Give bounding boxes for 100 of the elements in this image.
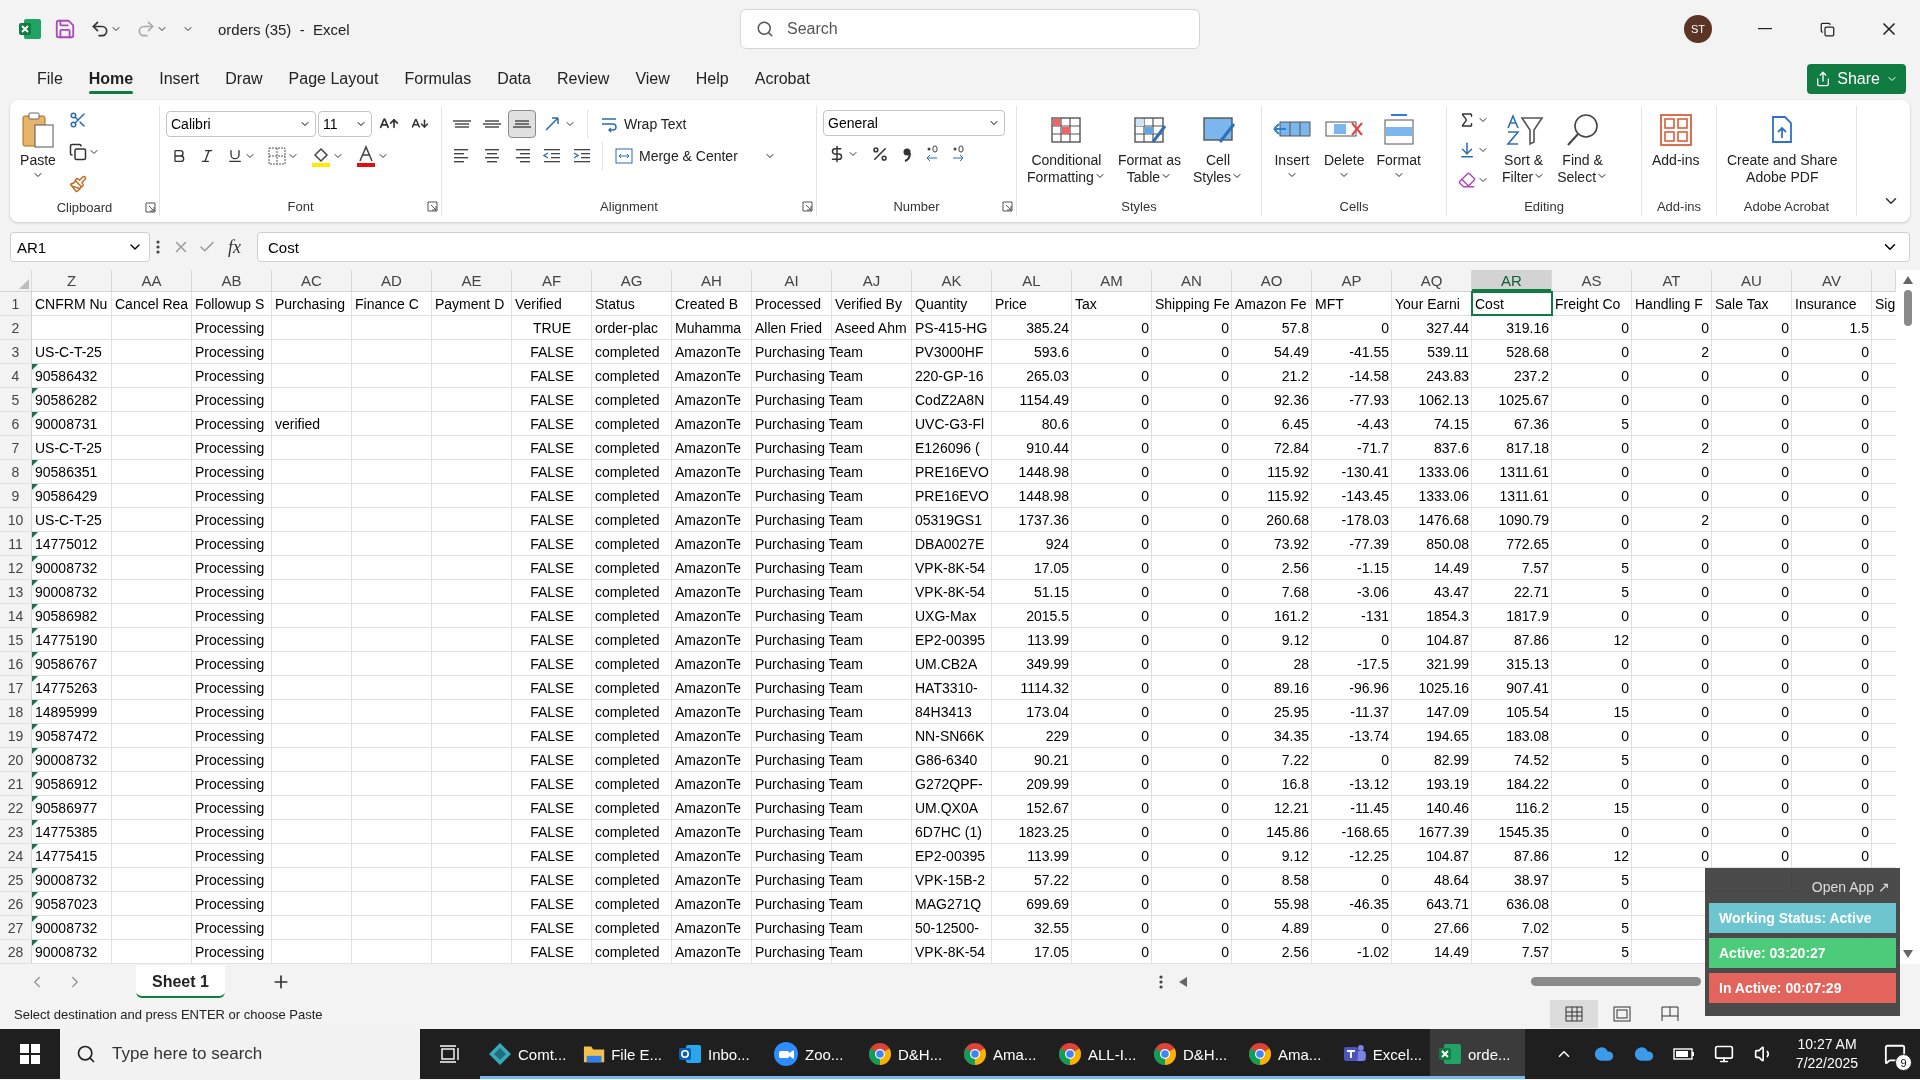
format-as-table-button[interactable]: Format as Table (1113, 106, 1185, 188)
dialog-launcher-icon[interactable] (802, 200, 813, 212)
menu-tab[interactable]: Home (75, 64, 147, 94)
row-number[interactable]: 10 (0, 508, 32, 531)
dialog-launcher-icon[interactable] (1002, 200, 1013, 212)
clock[interactable]: 10:27 AM 7/22/2025 (1784, 1035, 1870, 1073)
cell-value: Purchasing Team (755, 679, 863, 696)
taskbar-app[interactable]: D&H... (860, 1029, 955, 1079)
cell-value: 0 (1781, 607, 1789, 624)
taskbar-app[interactable]: orde... (1430, 1029, 1525, 1079)
row-number[interactable]: 17 (0, 676, 32, 699)
add-ins-button[interactable]: Add-ins (1648, 106, 1704, 171)
cell-value: 0 (1141, 487, 1149, 504)
row-number[interactable]: 26 (0, 892, 32, 915)
taskbar-app[interactable]: Ama... (955, 1029, 1050, 1079)
row-number[interactable]: 7 (0, 436, 32, 459)
row-number[interactable]: 14 (0, 604, 32, 627)
insert-function-button[interactable]: fx (224, 236, 245, 258)
row-number[interactable]: 15 (0, 628, 32, 651)
row-number[interactable]: 12 (0, 556, 32, 579)
row-number[interactable]: 3 (0, 340, 32, 363)
row-number[interactable]: 25 (0, 868, 32, 891)
cell-value: UVC-G3-Fl (915, 415, 985, 432)
cell-value: -168.65 (1341, 823, 1389, 840)
sort-filter-button[interactable]: Sort & Filter (1498, 106, 1550, 188)
menu-tab[interactable]: Page Layout (275, 64, 392, 94)
format-button[interactable]: Format (1372, 106, 1425, 183)
formula-field[interactable]: Cost (257, 232, 1910, 262)
cell-styles-button[interactable]: Cell Styles (1188, 106, 1248, 188)
scrollbar-thumb[interactable] (1904, 290, 1912, 326)
row-number[interactable]: 24 (0, 844, 32, 867)
taskbar-app[interactable]: D&H... (1145, 1029, 1240, 1079)
row-number[interactable]: 5 (0, 388, 32, 411)
font-size-field[interactable]: 11 (318, 111, 372, 137)
scroll-left-icon[interactable] (1178, 976, 1187, 987)
menu-tab[interactable]: Draw (212, 64, 276, 94)
cell-value: 0 (1861, 679, 1869, 696)
taskbar-app[interactable]: Ama... (1240, 1029, 1335, 1079)
notifications-button[interactable]: 9 (1870, 1029, 1920, 1079)
row-number[interactable]: 19 (0, 724, 32, 747)
row-number[interactable]: 2 (0, 316, 32, 339)
menu-tab[interactable]: File (24, 64, 76, 94)
scroll-up-icon[interactable] (1903, 276, 1913, 284)
taskbar-app[interactable]: Comt... (480, 1029, 575, 1079)
scrollbar-thumb[interactable] (1530, 977, 1701, 986)
share-button[interactable]: Share (1807, 64, 1906, 94)
row-number[interactable]: 20 (0, 748, 32, 771)
name-box[interactable]: AR1 (10, 232, 150, 262)
search-field[interactable]: Search (740, 9, 1200, 49)
wrap-text-button[interactable]: Wrap Text (594, 110, 693, 138)
delete-button[interactable]: Delete (1320, 106, 1369, 183)
cell-value: 260.68 (1266, 511, 1309, 528)
menu-tab[interactable]: Data (484, 64, 544, 94)
sheet-tab[interactable]: Sheet 1 (136, 965, 225, 998)
taskbar-app[interactable]: Excel... (1335, 1029, 1430, 1079)
row-number[interactable]: 28 (0, 940, 32, 963)
row-number[interactable]: 13 (0, 580, 32, 603)
paint-bucket-icon (311, 145, 331, 167)
taskbar-search-field[interactable]: Type here to search (60, 1029, 420, 1079)
column-header[interactable]: AR (1472, 270, 1552, 291)
row-number[interactable]: 16 (0, 652, 32, 675)
row-number[interactable]: 27 (0, 916, 32, 939)
cell-value: 0 (1701, 607, 1709, 624)
create-pdf-button[interactable]: Create and Share Adobe PDF (1723, 106, 1842, 188)
row-number[interactable]: 21 (0, 772, 32, 795)
menu-tab[interactable]: Formulas (391, 64, 485, 94)
taskbar-app[interactable]: Inbo... (670, 1029, 765, 1079)
cell-value: 539.11 (1427, 343, 1469, 360)
insert-button[interactable]: Insert (1268, 106, 1316, 183)
conditional-formatting-button[interactable]: Conditional Formatting (1023, 106, 1110, 188)
view-button[interactable] (1550, 1000, 1598, 1028)
row-number[interactable]: 11 (0, 532, 32, 555)
dialog-launcher-icon[interactable] (427, 200, 438, 212)
taskbar-app[interactable]: Zoo... (765, 1029, 860, 1079)
row-number[interactable]: 23 (0, 820, 32, 843)
row-number[interactable]: 8 (0, 460, 32, 483)
row-number[interactable]: 1 (0, 292, 32, 315)
row-number[interactable]: 18 (0, 700, 32, 723)
redo-icon (136, 19, 156, 39)
vertical-align-button[interactable] (508, 110, 536, 138)
number-format-field[interactable]: General (823, 110, 1005, 136)
menu-tab[interactable]: Help (682, 64, 742, 94)
find-select-button[interactable]: Find & Select (1553, 106, 1613, 188)
menu-tab[interactable]: View (622, 64, 683, 94)
row-number[interactable]: 6 (0, 412, 32, 435)
merge-center-button[interactable]: Merge & Center (609, 142, 782, 170)
taskbar-app[interactable]: ALL-I... (1050, 1029, 1145, 1079)
menu-tab[interactable]: Insert (146, 64, 213, 94)
dialog-launcher-icon[interactable] (145, 201, 156, 213)
row-number[interactable]: 4 (0, 364, 32, 387)
menu-tab[interactable]: Review (543, 64, 623, 94)
font-name-field[interactable]: Calibri (166, 111, 316, 137)
scroll-down-icon[interactable] (1903, 950, 1913, 958)
row-number[interactable]: 22 (0, 796, 32, 819)
paste-button[interactable]: Paste (16, 106, 60, 183)
taskbar-app[interactable]: File E... (575, 1029, 670, 1079)
cell-value: -13.74 (1349, 727, 1389, 744)
user-avatar[interactable]: ST (1684, 15, 1712, 43)
row-number[interactable]: 9 (0, 484, 32, 507)
menu-tab[interactable]: Acrobat (741, 64, 823, 94)
